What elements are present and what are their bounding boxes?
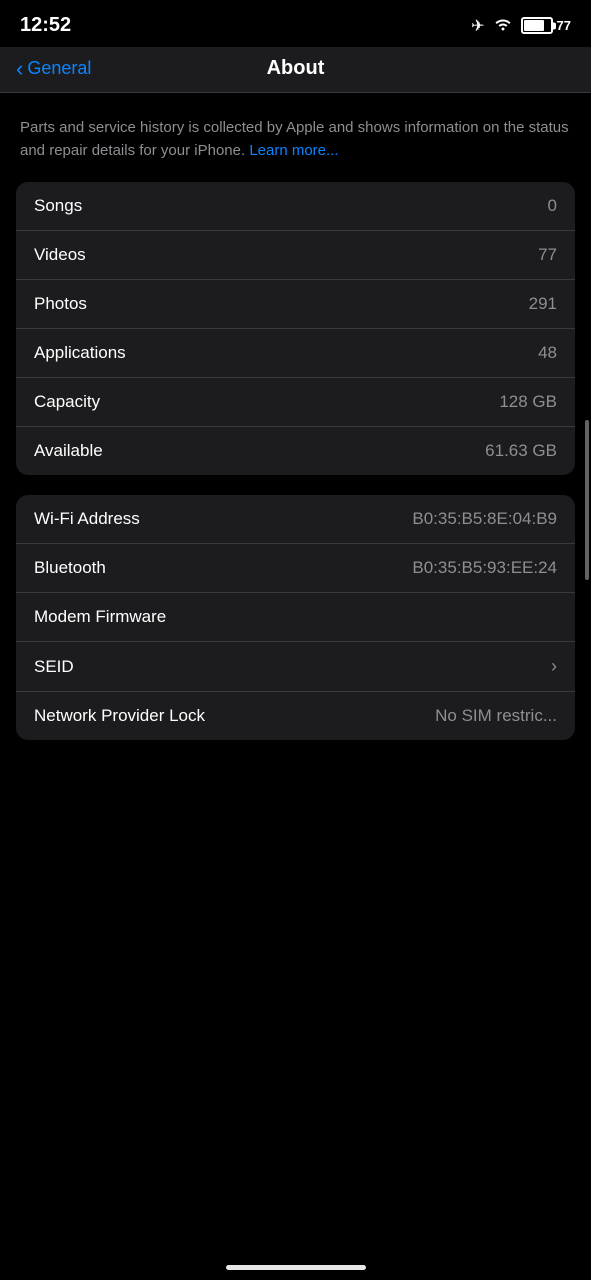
capacity-row: Capacity 128 GB bbox=[16, 378, 575, 427]
capacity-value: 128 GB bbox=[499, 392, 557, 412]
network-provider-lock-row: Network Provider Lock No SIM restric... bbox=[16, 692, 575, 740]
videos-label: Videos bbox=[34, 245, 86, 265]
learn-more-link[interactable]: Learn more... bbox=[249, 142, 338, 159]
modem-firmware-label: Modem Firmware bbox=[34, 607, 166, 627]
available-row: Available 61.63 GB bbox=[16, 427, 575, 475]
available-value: 61.63 GB bbox=[485, 441, 557, 461]
wifi-icon bbox=[493, 15, 513, 36]
available-label: Available bbox=[34, 441, 103, 461]
songs-row: Songs 0 bbox=[16, 182, 575, 231]
modem-firmware-row: Modem Firmware bbox=[16, 593, 575, 642]
content-area: Parts and service history is collected b… bbox=[0, 93, 591, 740]
photos-row: Photos 291 bbox=[16, 280, 575, 329]
photos-label: Photos bbox=[34, 294, 87, 314]
seid-label: SEID bbox=[34, 657, 74, 677]
seid-row[interactable]: SEID › bbox=[16, 642, 575, 692]
storage-card: Songs 0 Videos 77 Photos 291 Application… bbox=[16, 182, 575, 475]
capacity-label: Capacity bbox=[34, 392, 100, 412]
page-title: About bbox=[267, 57, 325, 80]
status-icons: ✈ 77 bbox=[471, 15, 571, 36]
bluetooth-row: Bluetooth B0:35:B5:93:EE:24 bbox=[16, 544, 575, 593]
wifi-address-row: Wi-Fi Address B0:35:B5:8E:04:B9 bbox=[16, 495, 575, 544]
photos-value: 291 bbox=[529, 294, 557, 314]
airplane-icon: ✈ bbox=[471, 16, 484, 36]
nav-back-button[interactable]: ‹ General bbox=[16, 58, 91, 80]
nav-back-label: General bbox=[27, 58, 91, 79]
videos-value: 77 bbox=[538, 245, 557, 265]
bluetooth-value: B0:35:B5:93:EE:24 bbox=[412, 558, 557, 578]
status-time: 12:52 bbox=[20, 14, 71, 37]
network-card: Wi-Fi Address B0:35:B5:8E:04:B9 Bluetoot… bbox=[16, 495, 575, 740]
applications-label: Applications bbox=[34, 343, 126, 363]
back-chevron-icon: ‹ bbox=[16, 58, 23, 80]
status-bar: 12:52 ✈ 77 bbox=[0, 0, 591, 47]
battery-fill bbox=[524, 20, 544, 31]
applications-row: Applications 48 bbox=[16, 329, 575, 378]
bluetooth-label: Bluetooth bbox=[34, 558, 106, 578]
applications-value: 48 bbox=[538, 343, 557, 363]
wifi-address-label: Wi-Fi Address bbox=[34, 509, 140, 529]
battery-box bbox=[521, 17, 553, 34]
songs-label: Songs bbox=[34, 196, 82, 216]
seid-chevron-icon: › bbox=[551, 656, 557, 677]
battery-text: 77 bbox=[557, 18, 571, 33]
nav-bar: ‹ General About bbox=[0, 47, 591, 93]
songs-value: 0 bbox=[548, 196, 557, 216]
videos-row: Videos 77 bbox=[16, 231, 575, 280]
wifi-address-value: B0:35:B5:8E:04:B9 bbox=[412, 509, 557, 529]
info-text: Parts and service history is collected b… bbox=[16, 109, 575, 182]
network-provider-lock-value: No SIM restric... bbox=[435, 706, 557, 726]
home-indicator bbox=[226, 1265, 366, 1270]
scrollbar[interactable] bbox=[585, 420, 589, 580]
network-provider-lock-label: Network Provider Lock bbox=[34, 706, 205, 726]
battery-indicator: 77 bbox=[521, 17, 571, 34]
